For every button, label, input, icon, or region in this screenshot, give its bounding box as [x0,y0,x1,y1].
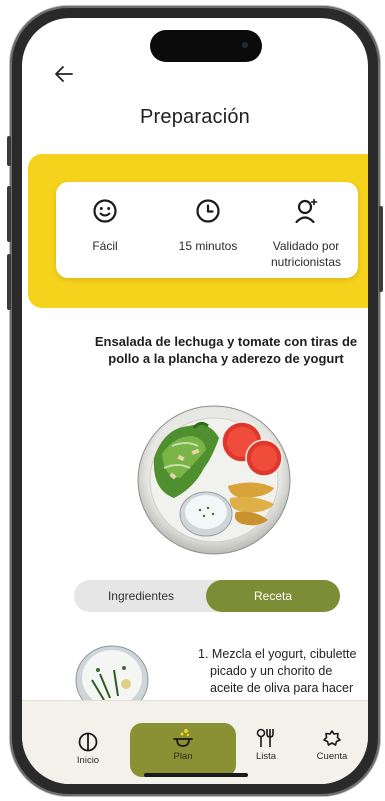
mute-switch [7,136,11,166]
tab-ingredients[interactable]: Ingredientes [74,580,208,612]
volume-up-button [7,186,11,242]
power-button [379,206,383,292]
volume-down-button [7,254,11,310]
clock-icon [196,199,220,223]
smiley-icon [93,199,117,223]
validation-label-line2: nutricionistas [270,255,342,269]
time-label: 15 minutos [178,239,238,253]
back-button[interactable] [52,62,76,86]
validation-item: Validado por nutricionistas [258,198,354,270]
nav-item-cuenta[interactable]: Cuenta [302,727,362,762]
step-line-2: picado y un chorito de [210,664,333,678]
arrow-left-icon [55,66,73,82]
step-line-3: aceite de oliva para hacer [210,681,354,695]
tab-recipe[interactable]: Receta [206,580,340,612]
home-icon [78,732,98,752]
home-indicator [144,773,248,777]
dish-image [134,398,294,558]
nav-item-inicio[interactable]: Inicio [58,731,118,766]
time-item: 15 minutos [168,198,248,254]
difficulty-label: Fácil [92,239,118,253]
nav-label-inicio: Inicio [76,755,100,766]
utensils-icon [256,728,274,747]
page-title: Preparación [139,106,251,128]
phone-screen: Preparación Fácil 15 minutos Validado po… [22,18,368,784]
nav-label-lista: Lista [255,751,277,762]
bottom-nav: Inicio Plan Lista Cuenta [22,700,368,784]
info-card: Fácil 15 minutos Validado por nutricioni… [56,182,358,278]
nav-item-plan[interactable]: Plan [153,727,213,762]
pot-icon [173,729,193,747]
step-number: 1. [198,647,209,661]
camera-dot [242,42,248,48]
nutritionist-icon [295,198,318,224]
nav-item-lista[interactable]: Lista [236,727,296,762]
tab-toggle: Ingredientes Receta [74,580,340,612]
validation-label-line1: Validado por [272,239,340,253]
nav-label-cuenta: Cuenta [316,751,348,762]
difficulty-item: Fácil [70,198,140,254]
salad-plate-illustration [137,405,291,555]
nav-label-plan: Plan [173,751,193,762]
dynamic-island [150,30,262,62]
step-1: 1. Mezcla el yogurt, cibulette picado y … [198,646,366,697]
step-line-1: Mezcla el yogurt, cibulette [211,647,357,661]
sun-gear-icon [323,730,341,746]
dish-title: Ensalada de lechuga y tomate con tiras d… [94,334,358,366]
